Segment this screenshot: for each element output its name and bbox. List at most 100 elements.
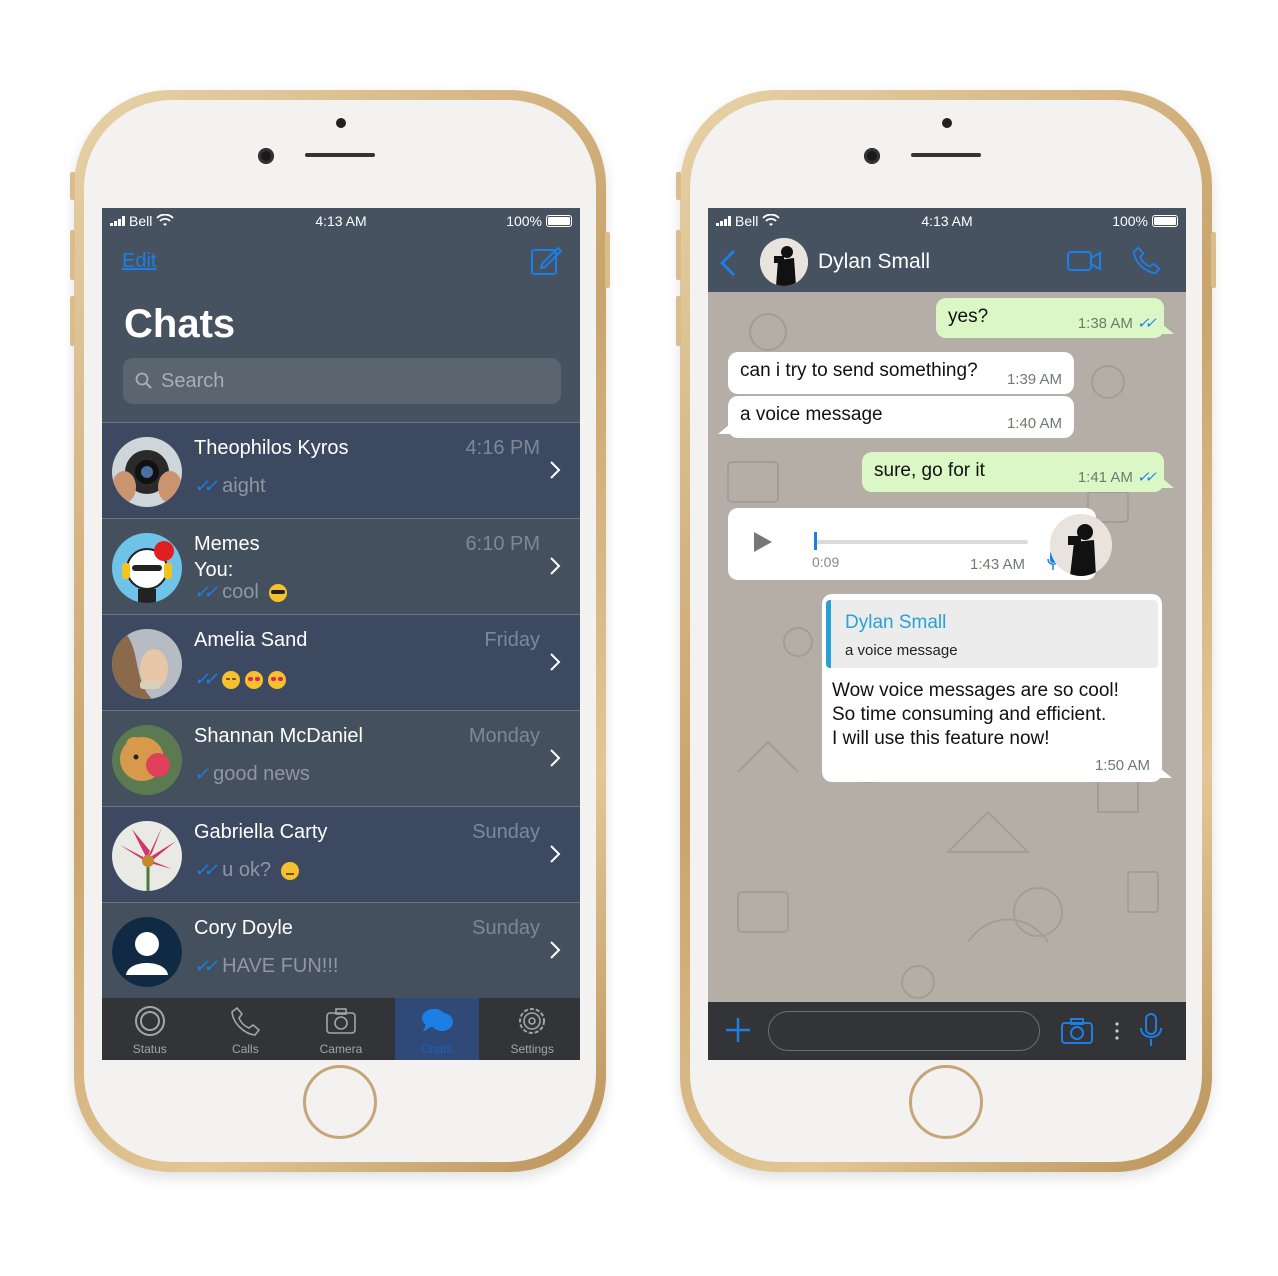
message-input[interactable]: [768, 1011, 1040, 1051]
left-phone-frame: Bell 4:13 AM 100% Edit Chats Search Theo…: [70, 90, 610, 1172]
chat-row-gabriella[interactable]: Gabriella Carty Sunday ✓✓ u ok?: [102, 806, 580, 902]
chat-row-cory[interactable]: Cory Doyle Sunday ✓✓ HAVE FUN!!!: [102, 902, 580, 998]
voice-call-icon[interactable]: [1130, 244, 1162, 276]
message-input-bar: [708, 1002, 1186, 1060]
chat-row-shannan[interactable]: Shannan McDaniel Monday ✓ good news: [102, 710, 580, 806]
avatar: [112, 917, 182, 987]
chats-header: Bell 4:13 AM 100% Edit Chats: [102, 208, 580, 422]
home-button[interactable]: [303, 1065, 377, 1139]
chevron-right-icon: [550, 749, 561, 767]
message-bubble-incoming[interactable]: a voice message 1:40 AM: [718, 396, 1074, 438]
tab-label: Calls: [232, 1042, 259, 1056]
tab-settings[interactable]: Settings: [490, 998, 574, 1060]
battery: 100%: [506, 213, 572, 229]
chat-name: Memes: [194, 533, 260, 555]
chevron-right-icon: [550, 845, 561, 863]
back-chevron-icon[interactable]: [718, 248, 738, 278]
message-time: 1:38 AM: [1077, 314, 1133, 332]
edit-button[interactable]: Edit: [122, 250, 156, 273]
page-title: Chats: [124, 302, 236, 346]
chat-preview: ✓ good news: [194, 763, 310, 786]
reply-message-bubble[interactable]: Dylan Small a voice message Wow voice me…: [822, 594, 1172, 782]
microphone-icon[interactable]: [1138, 1012, 1164, 1048]
chats-icon: [421, 1009, 453, 1032]
message-area[interactable]: yes? 1:38 AM ✓✓ can i try to send somethi…: [708, 292, 1186, 1002]
right-phone-frame: Bell 4:13 AM 100% Dylan Small yes? 1:38 …: [676, 90, 1216, 1172]
contact-name[interactable]: Dylan Small: [818, 250, 930, 274]
chat-preview: ✓✓ u ok?: [194, 859, 300, 882]
message-time: 1:39 AM: [1006, 371, 1062, 388]
heart-eyes-emoji-icon: [245, 670, 264, 689]
plus-icon[interactable]: [724, 1016, 752, 1044]
search-bar[interactable]: [123, 358, 561, 404]
conversation-nav: Dylan Small: [708, 234, 1186, 292]
message-meta: 1:41 AM ✓✓: [1078, 468, 1157, 487]
battery-icon: [1152, 215, 1178, 227]
tab-bar: Status Calls Camera Chats Settings: [102, 998, 580, 1060]
avatar: [112, 821, 182, 891]
play-icon[interactable]: [752, 530, 774, 554]
quoted-message[interactable]: Dylan Small a voice message: [826, 600, 1158, 668]
chat-row-theophilos[interactable]: Theophilos Kyros 4:16 PM ✓✓ aight: [102, 422, 580, 518]
compose-icon[interactable]: [530, 244, 562, 276]
chat-name: Gabriella Carty: [194, 821, 328, 843]
blush-emoji-icon: [222, 670, 241, 689]
tab-label: Chats: [420, 1042, 453, 1056]
more-options-icon[interactable]: [1114, 1020, 1120, 1042]
status-bar: Bell 4:13 AM 100%: [102, 208, 580, 234]
message-meta: 1:39 AM: [1007, 371, 1062, 388]
chats-screen: Bell 4:13 AM 100% Edit Chats Search Theo…: [102, 208, 580, 1060]
message-text: a voice message: [740, 404, 883, 425]
tab-label: Status: [132, 1042, 167, 1056]
chat-row-amelia[interactable]: Amelia Sand Friday ✓✓: [102, 614, 580, 710]
chat-time: 6:10 PM: [465, 533, 540, 555]
message-bubble-incoming[interactable]: can i try to send something? 1:39 AM: [728, 352, 1074, 394]
chat-row-memes[interactable]: Memes 6:10 PM You: ✓✓ cool: [102, 518, 580, 614]
chevron-right-icon: [550, 461, 561, 479]
chat-time: Friday: [484, 629, 540, 651]
read-ticks-icon: ✓✓: [1136, 469, 1157, 486]
chat-time: Sunday: [472, 917, 540, 939]
home-button[interactable]: [909, 1065, 983, 1139]
quoted-sender: Dylan Small: [845, 612, 947, 633]
message-time: 1:43 AM: [970, 556, 1026, 573]
volume-down-button: [70, 296, 75, 346]
message-bubble-outgoing[interactable]: yes? 1:38 AM ✓✓: [936, 298, 1174, 338]
signal-icon: [110, 216, 125, 226]
chat-name: Theophilos Kyros: [194, 437, 349, 459]
quoted-text: a voice message: [845, 642, 958, 659]
chat-time: Sunday: [472, 821, 540, 843]
wifi-icon: [156, 214, 175, 226]
camera-icon[interactable]: [1060, 1016, 1094, 1046]
tab-chats[interactable]: Chats: [394, 998, 479, 1060]
neutral-face-emoji-icon: [281, 861, 300, 880]
sensor-dot: [942, 118, 952, 128]
chat-preview: ✓✓ aight: [194, 475, 266, 498]
tab-status[interactable]: Status: [108, 998, 192, 1060]
front-camera: [864, 148, 880, 164]
tab-calls[interactable]: Calls: [203, 998, 287, 1060]
carrier: Bell: [110, 213, 175, 229]
contact-avatar[interactable]: [760, 238, 808, 286]
chevron-right-icon: [550, 941, 561, 959]
preview-text: cool: [222, 581, 259, 603]
chat-time: Monday: [468, 725, 540, 747]
message-text-line: So time consuming and efficient.: [832, 704, 1107, 725]
search-input[interactable]: [161, 369, 541, 393]
message-text: sure, go for it: [874, 460, 985, 481]
battery-icon: [546, 215, 572, 227]
chat-name: Amelia Sand: [194, 629, 308, 651]
signal-icon: [716, 216, 731, 226]
tab-camera[interactable]: Camera: [299, 998, 383, 1060]
voice-progress-handle[interactable]: [814, 532, 817, 550]
chat-name: Shannan McDaniel: [194, 725, 363, 747]
message-bubble-outgoing[interactable]: sure, go for it 1:41 AM ✓✓: [862, 452, 1174, 492]
read-ticks-icon: ✓✓: [194, 476, 218, 496]
voice-progress-track[interactable]: [814, 540, 1028, 544]
message-text-line: I will use this feature now!: [832, 728, 1050, 749]
video-call-icon[interactable]: [1066, 248, 1102, 274]
preview-text: good news: [213, 763, 310, 785]
mute-switch: [70, 172, 75, 200]
voice-message-bubble[interactable]: 0:09 1:43 AM: [728, 508, 1112, 580]
sensor-dot: [336, 118, 346, 128]
